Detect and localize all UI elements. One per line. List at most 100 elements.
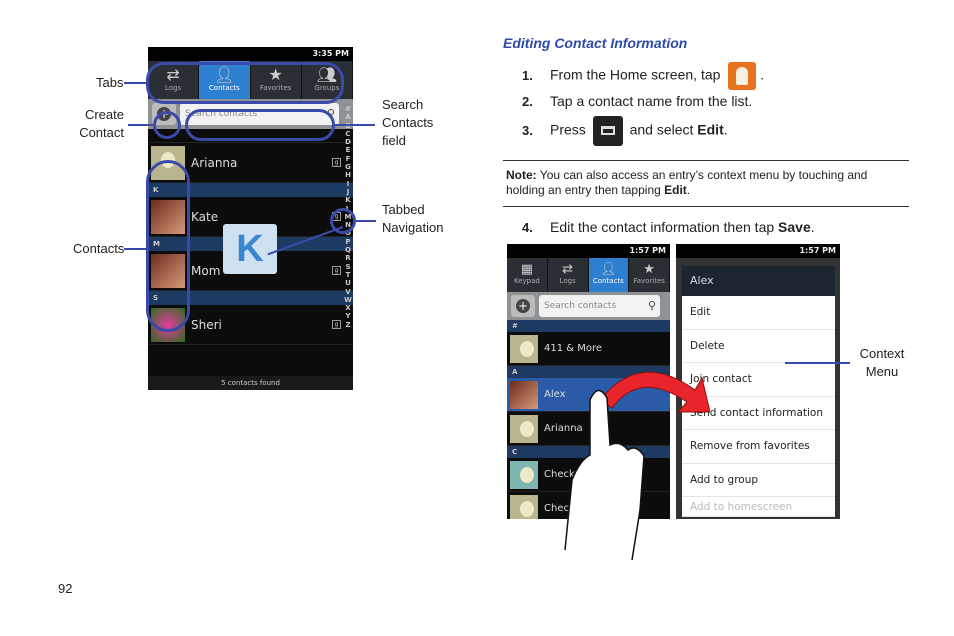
tabs-label: Tabs [96, 75, 124, 90]
avatar [510, 494, 538, 519]
tab-label: Favorites [633, 277, 665, 285]
step-2: 2. Tap a contact name from the list. [522, 93, 752, 109]
menu-item-delete[interactable]: Delete [682, 330, 835, 363]
step-text: and select [629, 121, 694, 138]
hand-icon [564, 389, 645, 560]
index-letter[interactable]: I [343, 180, 353, 188]
index-letter[interactable]: W [343, 296, 353, 304]
tab-keypad[interactable]: ▦ Keypad [507, 258, 548, 292]
index-letter[interactable]: Y [343, 312, 353, 320]
index-letter[interactable]: S [343, 263, 353, 271]
contact-name: Sheri [191, 317, 222, 332]
step-text: . [723, 121, 728, 138]
step-text: Edit the contact information then tap [550, 219, 775, 235]
menu-item-edit[interactable]: Edit [682, 296, 835, 330]
step-number: 1. [522, 67, 533, 83]
section-title: Editing Contact Information [503, 35, 688, 51]
step-number: 4. [522, 220, 533, 235]
index-letter[interactable]: X [343, 304, 353, 312]
step-number: 3. [522, 122, 533, 138]
avatar [510, 460, 538, 489]
index-letter[interactable]: F [343, 155, 353, 163]
index-letter[interactable]: J [343, 188, 353, 196]
divider [503, 160, 909, 161]
context-menu-label: Context Menu [859, 346, 905, 379]
step-bold: Edit [697, 121, 724, 138]
callout-line [356, 220, 376, 222]
tab-contacts[interactable]: 👤︎ Contacts [588, 258, 630, 292]
step-number: 2. [522, 94, 533, 109]
callout-line [785, 362, 850, 364]
contacts-count: 5 contacts found [148, 376, 353, 390]
tab-bar: ▦ Keypad ⇄ Logs 👤︎ Contacts ★ Favorites [507, 258, 670, 292]
index-letter[interactable]: D [343, 138, 353, 146]
page-number: 92 [58, 581, 73, 596]
step-text: . [810, 219, 815, 235]
contact-name: Kate [191, 209, 219, 224]
star-icon: ★ [643, 262, 655, 277]
tab-favorites[interactable]: ★ Favorites [629, 258, 670, 292]
search-callout [185, 109, 335, 141]
status-time: 3:35 PM [312, 49, 349, 58]
contacts-app-icon [728, 62, 757, 90]
google-icon: g [332, 158, 341, 167]
index-letter[interactable]: P [343, 238, 353, 246]
search-icon: ⚲ [647, 299, 656, 312]
index-letter[interactable]: T [343, 271, 353, 279]
section-header: # [507, 320, 670, 332]
search-placeholder: Search contacts [544, 301, 617, 311]
create-contact-button[interactable]: + [511, 295, 535, 317]
index-letter[interactable]: # [343, 105, 353, 113]
status-bar: 3:35 PM [148, 47, 353, 61]
step-bold: Save [778, 219, 811, 235]
contact-name: Arianna [191, 155, 238, 170]
tab-label: Logs [559, 277, 576, 285]
index-letter[interactable]: Z [343, 321, 353, 329]
letter-popup: K [223, 224, 277, 274]
contact-name: Mom [191, 263, 221, 278]
avatar [510, 380, 538, 409]
index-letter[interactable]: A [343, 113, 353, 121]
index-letter[interactable]: C [343, 130, 353, 138]
note-label: Note: [506, 168, 537, 182]
search-row: + Search contacts ⚲ [507, 292, 670, 320]
person-icon: 👤︎ [600, 262, 617, 277]
search-input[interactable]: Search contacts ⚲ [539, 295, 660, 317]
step-3: 3. Press and select Edit. [522, 116, 728, 146]
callout-line [128, 124, 153, 126]
index-letter[interactable]: Q [343, 246, 353, 254]
create-contact-label: Create Contact [79, 107, 124, 140]
contact-name: 411 & More [544, 343, 603, 354]
avatar [510, 414, 538, 443]
divider [503, 206, 909, 207]
callout-line [124, 248, 146, 250]
tab-logs[interactable]: ⇄ Logs [548, 258, 589, 292]
step-1: 1. From the Home screen, tap . [522, 62, 764, 90]
index-letter[interactable]: V [343, 288, 353, 296]
arrows-icon: ⇄ [562, 262, 574, 277]
note: Note: You can also access an entry’s con… [506, 168, 906, 198]
context-menu-title: Alex [682, 266, 835, 296]
keypad-icon: ▦ [520, 262, 534, 277]
plus-icon: + [516, 299, 530, 313]
google-icon: g [332, 266, 341, 275]
index-letter[interactable]: H [343, 171, 353, 179]
search-field-label: Search Contacts field [382, 97, 434, 148]
status-time: 1:57 PM [507, 244, 670, 258]
index-letter[interactable]: U [343, 279, 353, 287]
google-icon: g [332, 320, 341, 329]
index-letter[interactable]: E [343, 146, 353, 154]
step-text: . [760, 66, 765, 83]
tabs-callout [146, 62, 344, 104]
index-letter[interactable]: K [343, 196, 353, 204]
step-4: 4. Edit the contact information then tap … [522, 219, 815, 235]
index-letter[interactable]: R [343, 254, 353, 262]
index-letter[interactable]: G [343, 163, 353, 171]
tabbed-navigation-label: Tabbed Navigation [382, 202, 444, 235]
swipe-gesture-illustration [564, 371, 710, 560]
note-bold: Edit [664, 183, 687, 197]
tab-label: Keypad [513, 277, 540, 285]
tab-label: Contacts [592, 277, 624, 285]
avatar [510, 334, 538, 363]
note-text: . [686, 183, 691, 197]
